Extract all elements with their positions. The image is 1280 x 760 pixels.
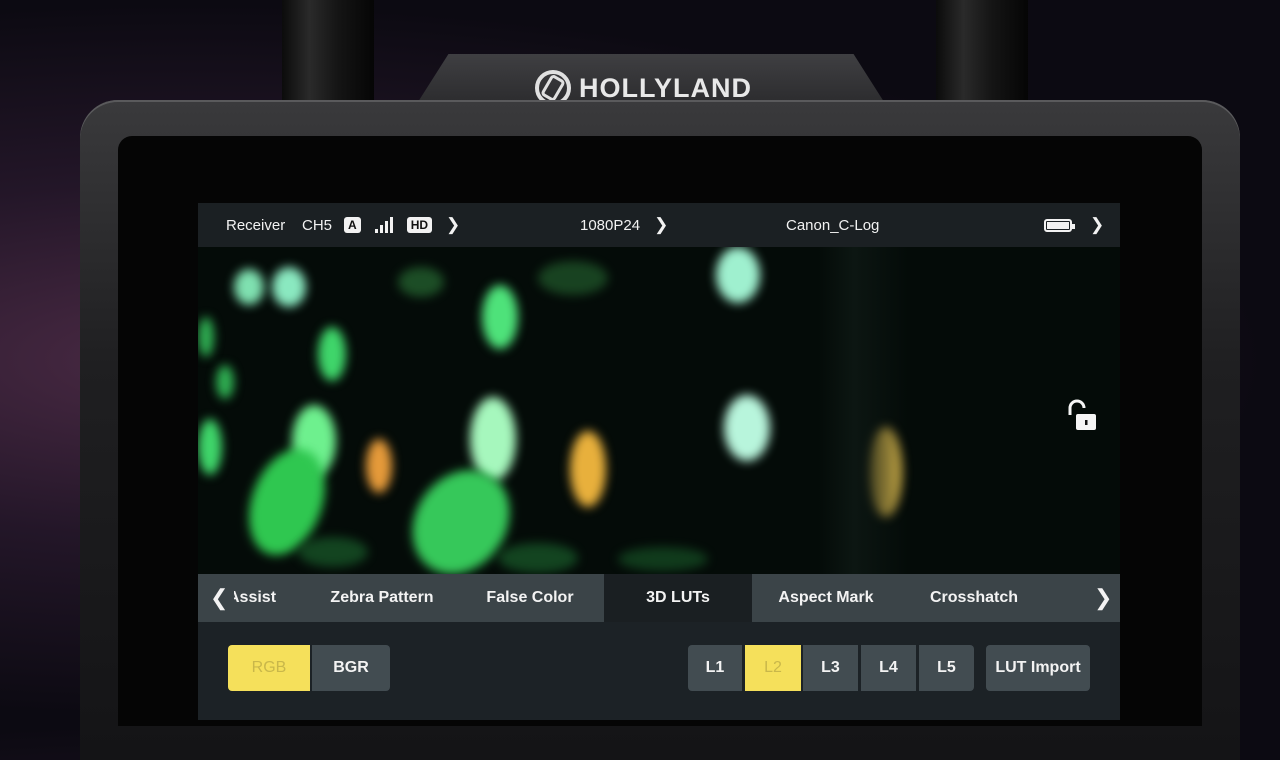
tabs-prev-chevron-left-icon[interactable]: ❮ — [210, 574, 228, 622]
antenna-left — [282, 0, 374, 110]
channel-chevron-right-icon: ❯ — [446, 215, 461, 234]
bokeh-light — [482, 285, 518, 349]
lut-slot-l5-button[interactable]: L5 — [919, 645, 974, 691]
bokeh-light — [618, 547, 708, 571]
status-bar: Receiver CH5 A HD ❯ 1080P24 ❯ Canon_C-Lo… — [198, 203, 1120, 247]
brand-name: HOLLYLAND — [579, 72, 753, 103]
antenna-right — [936, 0, 1028, 110]
dark-pillar — [818, 247, 908, 575]
tab-false-color[interactable]: False Color — [466, 574, 594, 622]
monitor-screen: Receiver CH5 A HD ❯ 1080P24 ❯ Canon_C-Lo… — [198, 203, 1120, 720]
lut-import-button[interactable]: LUT Import — [986, 645, 1090, 691]
unlock-icon[interactable] — [1064, 399, 1100, 433]
battery-chevron-right-icon: ❯ — [1090, 215, 1105, 234]
rgb-button[interactable]: RGB — [228, 645, 310, 691]
bokeh-light — [724, 395, 770, 461]
resolution-label: 1080P24 — [580, 216, 641, 234]
tabs-next-chevron-right-icon[interactable]: ❯ — [1094, 574, 1112, 622]
bokeh-light — [538, 261, 608, 295]
bokeh-light — [716, 247, 760, 303]
tab-assist[interactable]: Assist — [234, 574, 294, 622]
bokeh-light — [398, 267, 444, 297]
bokeh-light — [198, 317, 214, 357]
bgr-button[interactable]: BGR — [312, 645, 390, 691]
bokeh-light — [470, 397, 516, 481]
resolution-chevron-right-icon: ❯ — [654, 215, 669, 234]
bokeh-light — [198, 419, 222, 475]
lut-slot-l3-button[interactable]: L3 — [803, 645, 858, 691]
bokeh-light — [498, 543, 578, 573]
tab-crosshatch[interactable]: Crosshatch — [904, 574, 1044, 622]
bokeh-light — [570, 431, 606, 507]
lut-slot-l4-button[interactable]: L4 — [861, 645, 916, 691]
mode-label: Receiver — [226, 216, 286, 234]
bokeh-light — [216, 365, 234, 399]
bokeh-light — [234, 269, 264, 305]
lut-slot-l1-button[interactable]: L1 — [688, 645, 742, 691]
tab-zebra-pattern[interactable]: Zebra Pattern — [310, 574, 454, 622]
bokeh-light — [272, 267, 306, 307]
antenna-badge: A — [344, 217, 361, 233]
tab-3d-luts[interactable]: 3D LUTs — [604, 574, 752, 622]
resolution-group[interactable]: 1080P24 ❯ — [580, 203, 668, 247]
quality-badge: HD — [406, 217, 433, 233]
battery-group[interactable]: ❯ — [1044, 203, 1104, 247]
battery-icon — [1044, 218, 1075, 232]
log-profile-label[interactable]: Canon_C-Log — [786, 203, 879, 247]
lut-slot-l2-button[interactable]: L2 — [745, 645, 801, 691]
channel-label: CH5 — [302, 216, 333, 234]
signal-bars-icon — [374, 217, 393, 233]
channel-group[interactable]: CH5 A HD ❯ — [302, 203, 460, 247]
tab-aspect-mark[interactable]: Aspect Mark — [754, 574, 898, 622]
bokeh-light — [318, 327, 346, 381]
lut-options-panel: RGB BGR L1 L2 L3 L4 L5 LUT Import — [198, 622, 1120, 720]
bokeh-light — [298, 537, 368, 567]
bokeh-light — [366, 439, 392, 493]
video-feed[interactable] — [198, 247, 1120, 575]
tool-tabs: ❮ Assist Zebra Pattern False Color 3D LU… — [198, 574, 1120, 622]
